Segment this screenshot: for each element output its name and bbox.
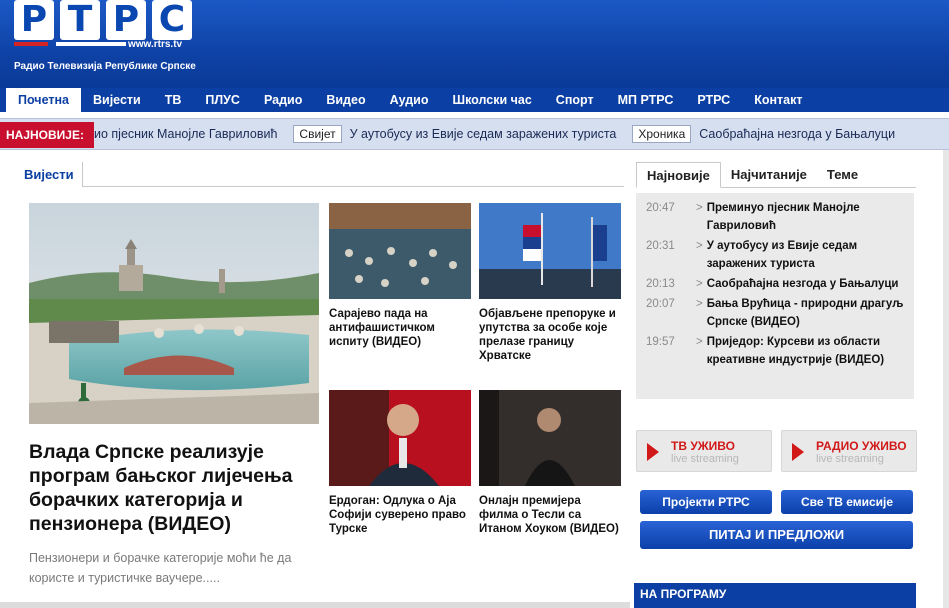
bottom-strip (0, 602, 630, 608)
main-nav: Почетна Вијести ТВ ПЛУС Радио Видео Ауди… (0, 88, 949, 112)
list-item[interactable]: 20:47 > Преминуо пјесник Манојле Гаврило… (644, 199, 906, 235)
nav-item-school[interactable]: Школски час (441, 88, 544, 112)
logo-url: www.rtrs.tv (128, 39, 183, 50)
section-divider (24, 186, 624, 187)
rtrs-logo[interactable]: Р Т Р С (14, 0, 192, 40)
chevron-right-icon: > (696, 202, 703, 214)
radio-live-sub: live streaming (816, 453, 884, 465)
news-thumbnail[interactable] (479, 390, 621, 486)
radio-live-label: РАДИО УЖИВО (816, 439, 907, 453)
ticker-headline[interactable]: Саобраћајна незгода у Бањалуци (699, 127, 895, 141)
nav-item-rtrs[interactable]: РТРС (685, 88, 742, 112)
nav-item-audio[interactable]: Аудио (378, 88, 441, 112)
news-time: 20:31 (646, 240, 675, 252)
news-card[interactable]: Ердоган: Одлука о Аја Софији суверено пр… (329, 390, 471, 536)
logo-white-bar (56, 42, 126, 46)
ticker-track: ио пјесник Манојле Гавриловић Свијет У а… (94, 119, 911, 149)
list-item[interactable]: 19:57 > Приједор: Курсеви из области кре… (644, 333, 906, 369)
list-item[interactable]: 20:31 > У аутобусу из Евије седам зараже… (644, 237, 906, 273)
nav-item-plus[interactable]: ПЛУС (193, 88, 252, 112)
news-card[interactable]: Објављене препоруке и упутства за особе … (479, 203, 621, 363)
ticker-label: НАЈНОВИЈЕ: (0, 122, 94, 148)
play-icon (792, 443, 804, 461)
logo-letter: С (152, 0, 192, 40)
news-link[interactable]: У аутобусу из Евије седам заражених тури… (707, 237, 906, 273)
news-time: 19:57 (646, 336, 675, 348)
site-tagline: Радио Телевизија Републике Српске (14, 61, 196, 72)
list-item[interactable]: 20:07 > Бања Врућица - природни драгуљ С… (644, 295, 906, 331)
logo-letter: Р (106, 0, 146, 40)
scrollbar-track[interactable] (943, 150, 949, 608)
news-caption[interactable]: Сарајево пада на антифашистичком испиту … (329, 307, 471, 349)
news-thumbnail[interactable] (479, 203, 621, 299)
tab-news-section[interactable]: Вијести (24, 162, 83, 187)
tab-most-read[interactable]: Најчитаније (721, 162, 817, 187)
nav-item-news[interactable]: Вијести (81, 88, 153, 112)
news-link[interactable]: Саобраћајна незгода у Бањалуци (707, 275, 899, 293)
radio-live-button[interactable]: РАДИО УЖИВО live streaming (781, 430, 917, 472)
logo-letter: Р (14, 0, 54, 40)
projects-button[interactable]: Пројекти РТРС (640, 490, 772, 514)
nav-item-contact[interactable]: Контакт (742, 88, 814, 112)
tv-live-sub: live streaming (671, 453, 739, 465)
news-time: 20:47 (646, 202, 675, 214)
news-thumbnail[interactable] (329, 203, 471, 299)
news-card[interactable]: Сарајево пада на антифашистичком испиту … (329, 203, 471, 349)
ticker-category-badge: Свијет (293, 125, 342, 143)
news-time: 20:07 (646, 298, 675, 310)
news-ticker: ио пјесник Манојле Гавриловић Свијет У а… (0, 118, 949, 150)
news-time: 20:13 (646, 278, 675, 290)
tv-live-button[interactable]: ТВ УЖИВО live streaming (636, 430, 772, 472)
tv-live-label: ТВ УЖИВО (671, 439, 735, 453)
nav-item-tv[interactable]: ТВ (153, 88, 194, 112)
nav-item-home[interactable]: Почетна (6, 88, 81, 112)
play-icon (647, 443, 659, 461)
tab-topics[interactable]: Теме (817, 162, 868, 187)
site-header: Р Т Р С www.rtrs.tv Радио Телевизија Реп… (0, 0, 949, 88)
news-card[interactable]: Онлајн премијера филма о Тесли са Итаном… (479, 390, 621, 536)
news-thumbnail[interactable] (329, 390, 471, 486)
ticker-headline[interactable]: ио пјесник Манојле Гавриловић (94, 127, 277, 141)
tab-latest[interactable]: Најновије (636, 162, 721, 188)
on-program-header: НА ПРОГРАМУ (634, 583, 916, 608)
news-link[interactable]: Бања Врућица - природни драгуљ Српске (В… (707, 295, 906, 331)
latest-news-list: 20:47 > Преминуо пјесник Манојле Гаврило… (636, 193, 914, 399)
chevron-right-icon: > (696, 240, 703, 252)
chevron-right-icon: > (696, 278, 703, 290)
all-tv-shows-button[interactable]: Све ТВ емисије (781, 490, 913, 514)
logo-red-bar (14, 42, 48, 46)
chevron-right-icon: > (696, 298, 703, 310)
nav-item-video[interactable]: Видео (314, 88, 377, 112)
news-caption[interactable]: Објављене препоруке и упутства за особе … (479, 307, 621, 363)
nav-item-radio[interactable]: Радио (252, 88, 314, 112)
right-tabs: Најновије Најчитаније Теме (636, 162, 916, 188)
ticker-headline[interactable]: У аутобусу из Евије седам заражених тури… (350, 127, 617, 141)
news-caption[interactable]: Ердоган: Одлука о Аја Софији суверено пр… (329, 494, 471, 536)
nav-item-mp-rtrs[interactable]: МП РТРС (606, 88, 686, 112)
list-item[interactable]: 20:13 > Саобраћајна незгода у Бањалуци (644, 275, 906, 293)
news-link[interactable]: Преминуо пјесник Манојле Гавриловић (707, 199, 906, 235)
ask-and-suggest-button[interactable]: ПИТАЈ И ПРЕДЛОЖИ (640, 521, 913, 549)
chevron-right-icon: > (696, 336, 703, 348)
feature-headline[interactable]: Влада Српске реализује програм бањског л… (29, 440, 321, 536)
ticker-category-badge: Хроника (632, 125, 692, 143)
news-caption[interactable]: Онлајн премијера филма о Тесли са Итаном… (479, 494, 621, 536)
feature-summary: Пензионери и борачке категорије моћи ће … (29, 551, 292, 585)
nav-item-sport[interactable]: Спорт (544, 88, 606, 112)
logo-letter: Т (60, 0, 100, 40)
feature-image[interactable] (29, 203, 319, 424)
news-link[interactable]: Приједор: Курсеви из области креативне и… (707, 333, 906, 369)
